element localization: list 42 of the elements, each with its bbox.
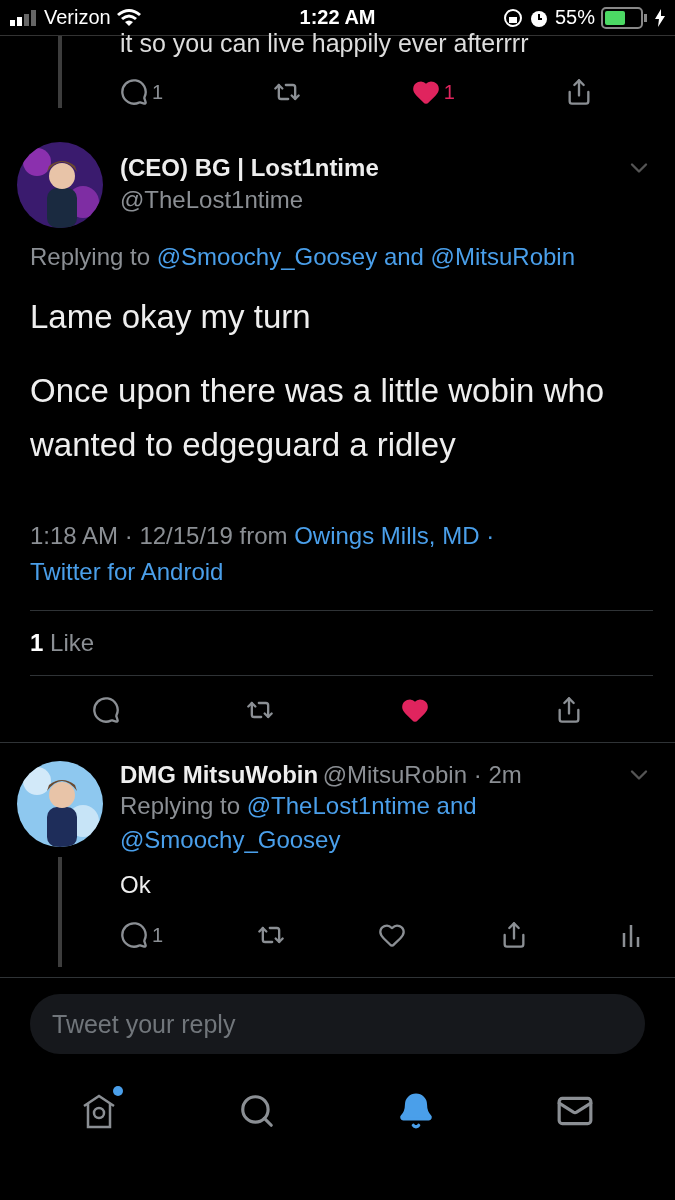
likes-count[interactable]: 1 Like (30, 611, 653, 675)
rotation-lock-icon (503, 7, 523, 28)
mention-link[interactable]: @Smoochy_Goosey (120, 826, 341, 853)
heart-icon (411, 78, 440, 106)
replying-to-label: Replying to (30, 243, 151, 270)
reply-icon (120, 921, 148, 949)
user-name: (CEO) BG | Lost1ntime (120, 154, 379, 182)
heart-icon (378, 921, 407, 949)
heart-icon (400, 696, 429, 724)
reply-button[interactable]: 1 (120, 921, 164, 949)
like-button[interactable] (400, 696, 429, 724)
mention-link[interactable]: @MitsuRobin (430, 243, 576, 270)
user-handle: @TheLost1ntime (120, 186, 305, 214)
battery-icon (601, 6, 649, 29)
signal-icon (10, 9, 38, 26)
user-handle: @MitsuRobin · 2m (322, 761, 522, 788)
charging-icon (655, 8, 665, 27)
meta-link[interactable]: Owings Mills, MD (294, 522, 480, 549)
meta-link[interactable]: Twitter for Android (30, 558, 224, 585)
mention-link[interactable]: and (383, 243, 424, 270)
user-name: DMG MitsuWobin (120, 761, 319, 788)
wifi-icon (116, 8, 141, 27)
reply-icon (120, 78, 148, 106)
clock-time: 1:22 AM (299, 6, 376, 29)
tweet-text: Lame okay my turn (30, 297, 312, 337)
like-button[interactable]: 1 (411, 78, 455, 106)
replying-to-label: Replying to (120, 792, 241, 819)
reply-icon (92, 696, 120, 724)
reply-button[interactable] (92, 696, 120, 724)
tweet-text: Once upon there was a little wobin who wanted to edgeguard a ridley (30, 371, 606, 465)
mention-link[interactable]: @TheLost1ntime (246, 792, 430, 819)
mention-link[interactable]: and (436, 792, 477, 819)
tweet-text: Ok (120, 871, 152, 899)
timestamp-text: 1:18 AM · 12/15/19 from (30, 522, 288, 549)
tweet-text: it so you can live happily ever afterrrr (120, 28, 530, 58)
carrier-name: Verizon (44, 6, 111, 29)
meta-link[interactable]: · (486, 522, 495, 549)
reply-field[interactable]: Tweet your reply (30, 994, 645, 1054)
mention-link[interactable]: @Smoochy_Goosey (156, 243, 378, 270)
like-button[interactable] (378, 921, 407, 949)
reply-button[interactable]: 1 (120, 78, 164, 106)
battery-percent: 55% (555, 6, 595, 29)
